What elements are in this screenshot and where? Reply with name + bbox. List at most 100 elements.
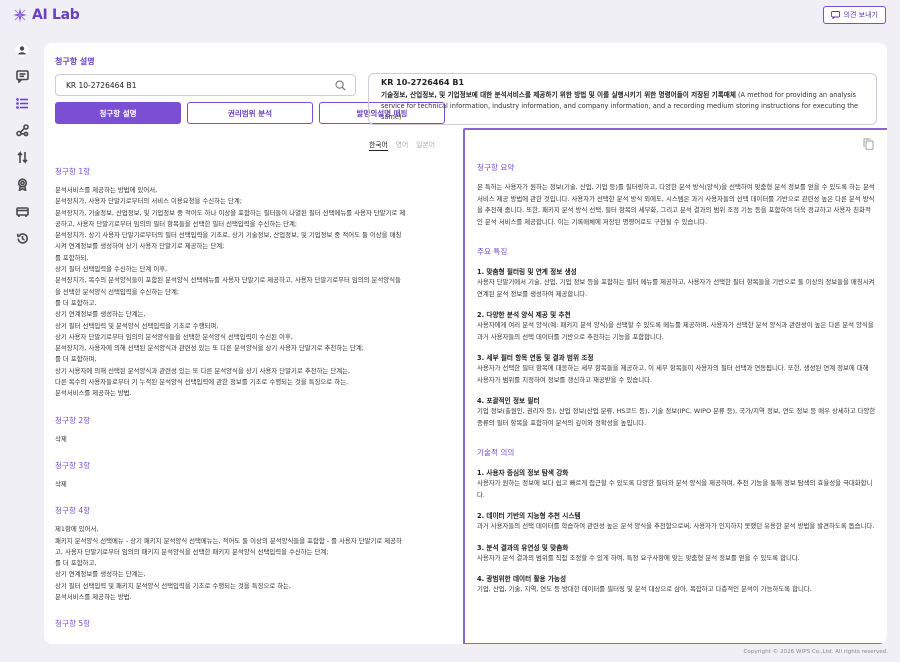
claim-title: 청구항 3항 <box>55 460 91 470</box>
copy-icon[interactable] <box>863 138 874 150</box>
claim-line: 를 더 포함하고, <box>55 559 97 568</box>
message-icon <box>830 11 840 19</box>
claim-line: 상기 연계정보를 생성하는 단계는, <box>55 570 146 579</box>
swap-icon <box>16 151 28 164</box>
claim-title: 청구항 4항 <box>55 506 91 516</box>
claim-line: 상기 연계정보를 생성하는 단계는, <box>55 310 146 319</box>
claim-line: 상기 필터 선택입력 및 분석양식 선택입력을 기초로 수행되며, <box>55 321 219 330</box>
patent-title-ko: 기술정보, 산업정보, 및 기업정보에 대한 분석서비스를 제공하기 위한 방법… <box>381 91 736 99</box>
features-item-title: 1. 맞춤형 필터링 및 연계 정보 생성 <box>477 268 577 276</box>
claim-title: 청구항 1항 <box>55 167 91 176</box>
features-item-title: 3. 세부 필터 항목 연동 및 결과 범위 조정 <box>477 354 594 362</box>
significance-item-title: 4. 광범위한 데이터 활용 가능성 <box>477 575 567 583</box>
network-icon <box>15 124 29 137</box>
sidebar-item-profile[interactable] <box>0 36 44 63</box>
claim-body: 삭제 <box>55 434 450 445</box>
features-item-text: 기업 정보(출원인, 권리자 등), 산업 정보(산업 분류, HS코드 등),… <box>477 407 876 427</box>
sidebar-item-history[interactable] <box>0 225 44 252</box>
claim-line: 를 포함하되, <box>55 253 89 262</box>
significance-list: 1. 사용자 중심의 정보 탐색 강화사용자가 원하는 정보에 보다 쉽고 빠르… <box>477 467 876 596</box>
feedback-label: 의견 보내기 <box>843 11 878 19</box>
claim-line: 분석장치가, 기술정보, 산업정보, 및 기업정보 중 적어도 하나 이상을 포… <box>55 208 406 217</box>
claim-line: 다른 복수의 사용자들로부터 기 누적된 분석양식 선택입력에 관한 정보를 기… <box>55 378 349 387</box>
tab-rights-analysis[interactable]: 권리범위 분석 <box>187 102 313 124</box>
claim-line: 분석장치가, 사용자에 의해 선택된 분석양식과 관련성 있는 또 다른 분석양… <box>55 344 364 353</box>
feedback-button[interactable]: 의견 보내기 <box>822 6 886 24</box>
claim-line: 공하고, 사용자 단말기로부터 임의의 필터 항목들을 선택한 필터 선택입력을… <box>55 219 298 228</box>
claim-line: 를 더 포함하고, <box>55 298 97 307</box>
patent-title: 기술정보, 산업정보, 및 기업정보에 대한 분석서비스를 제공하기 위한 방법… <box>381 90 864 123</box>
significance-item-title: 2. 데이터 기반의 지능형 추천 시스템 <box>477 512 581 520</box>
claim-line: 를 더 포함하며, <box>55 355 97 364</box>
sidebar-item-compare[interactable] <box>0 144 44 171</box>
language-tabs: 한국어 영어 일본어 <box>369 139 435 151</box>
significance-item-text: 사용자가 분석 결과의 범위를 직접 조정할 수 있게 하여, 특정 요구사항에… <box>477 553 800 562</box>
main-card: 청구항 설명 KR 10-2726464 B1 청구항 설명 권리범위 분석 발… <box>44 43 887 644</box>
claim-title: 청구항 2항 <box>55 415 91 425</box>
claim-line: 분석서비스를 제공하는 방법. <box>55 389 132 398</box>
features-item-title: 4. 포괄적인 정보 필터 <box>477 397 540 405</box>
significance-heading: 기술적 의의 <box>477 448 515 457</box>
footer-copyright: Copyright © 2026 WIPS Co.,Ltd. All right… <box>743 649 888 655</box>
sidebar-item-network[interactable] <box>0 117 44 144</box>
claim-line: 삭제 <box>55 479 67 488</box>
claim-summary-panel: 청구항 요약 본 특허는 사용자가 원하는 정보(기술, 산업, 기업 등)를 … <box>463 128 887 644</box>
chat-icon <box>15 70 29 83</box>
claim-body: 분석서비스를 제공하는 방법에 있어서, 분석장치가, 사용자 단말기로부터의 서… <box>55 185 450 400</box>
claim-body: 제1항에 있어서, 패키지 분석양식 선택메뉴 - 상기 패키지 분석양식 선택메… <box>55 524 450 603</box>
claim-line: 고, 사용자 단말기로부터 임의의 패키지 분석양식을 선택한 패키지 분석양식… <box>55 547 329 556</box>
user-icon <box>15 43 29 56</box>
list-icon <box>15 98 28 109</box>
tab-claim-description[interactable]: 청구항 설명 <box>55 102 181 124</box>
sidebar-item-claims[interactable] <box>0 90 44 117</box>
significance-item-title: 1. 사용자 중심의 정보 탐색 강화 <box>477 469 569 477</box>
claim-line: 상기 사용자 단말기로부터 임의의 분석양식들을 선택한 분석양식 선택입력이 … <box>55 332 293 341</box>
claim-line: 분석장치가, 상기 사용자 단말기로부터의 필터 선택입력을 기초로, 상기 기… <box>55 231 402 240</box>
history-icon <box>16 233 28 244</box>
sparkle-logo-icon <box>13 8 27 22</box>
claim-title: 청구항 5항 <box>55 619 91 629</box>
logo[interactable]: AI Lab <box>12 7 80 23</box>
top-bar: AI Lab 의견 보내기 <box>0 0 900 30</box>
claim-line: 상기 필터 선택입력 및 패키지 분석양식 선택입력을 기초로 수행되는 것을 … <box>55 581 292 590</box>
claim-line: 시켜 연계정보를 생성하여 상기 사용자 단말기로 제공하는 단계; <box>55 242 225 251</box>
sidebar-item-cards[interactable] <box>0 198 44 225</box>
features-item-text: 사용자가 선택한 필터 항목에 대응하는 세부 항목들을 제공하고, 이 세부 … <box>477 364 869 384</box>
sidebar <box>0 36 44 252</box>
claim-line: 분석서비스를 제공하는 방법. <box>55 593 132 602</box>
award-icon <box>17 178 27 191</box>
features-item-text: 사용자에게 여러 분석 양식(예: 패키지 분석 양식)을 선택할 수 있도록 … <box>477 321 874 341</box>
search-value: KR 10-2726464 B1 <box>66 80 137 90</box>
tab-korean[interactable]: 한국어 <box>369 139 388 151</box>
search-icon[interactable] <box>335 80 346 91</box>
significance-item-text: 사용자가 원하는 정보에 보다 쉽고 빠르게 접근할 수 있도록 다양한 필터와… <box>477 479 873 499</box>
section-title: 청구항 설명 <box>55 57 95 66</box>
claim-line: 분석서비스를 제공하는 방법에 있어서, <box>55 186 158 194</box>
sidebar-item-chat[interactable] <box>0 63 44 90</box>
claims-panel[interactable]: 청구항 1항분석서비스를 제공하는 방법에 있어서, 분석장치가, 사용자 단말기… <box>55 160 450 644</box>
claim-line: 삭제 <box>55 434 67 443</box>
significance-item-title: 3. 분석 결과의 유연성 및 맞춤화 <box>477 543 569 552</box>
claim-line: 분석장치가, 복수의 분석양식들이 포함된 분석양식 선택메뉴를 사용자 단말기… <box>55 276 401 285</box>
claim-line: 제1항에 있어서, <box>55 525 99 534</box>
features-heading: 주요 특징 <box>477 247 508 256</box>
summary-heading: 청구항 요약 <box>477 163 515 172</box>
claim-line: 패키지 분석양식 선택메뉴 - 상기 패키지 분석양식 선택메뉴는, 적어도 둘… <box>55 536 402 545</box>
claim-line: 상기 필터 선택입력을 수신하는 단계 이후, <box>55 265 168 274</box>
significance-item-text: 과거 사용자들의 선택 데이터를 학습하여 관련성 높은 분석 양식을 추천함으… <box>477 522 875 530</box>
claim-line: 상기 사용자에 의해 선택된 분석양식과 관련성 있는 또 다른 분석양식을 상… <box>55 366 351 375</box>
tab-japanese[interactable]: 일본어 <box>416 139 435 151</box>
patent-info-box: KR 10-2726464 B1 기술정보, 산업정보, 및 기업정보에 대한 … <box>368 73 877 125</box>
significance-item-text: 기업, 산업, 기술, 지역, 연도 등 방대한 데이터를 필터링 및 분석 대… <box>477 585 812 593</box>
claim-body: 삭제 <box>55 479 450 490</box>
features-item-text: 사용자 단말기에서 기술, 산업, 기업 정보 등을 포함하는 필터 메뉴를 제… <box>477 278 875 298</box>
patent-search-input[interactable]: KR 10-2726464 B1 <box>55 74 356 96</box>
patent-number: KR 10-2726464 B1 <box>381 78 465 87</box>
tab-english[interactable]: 영어 <box>396 139 409 151</box>
claim-line: 분석장치가, 사용자 단말기로부터의 서비스 이용요청을 수신하는 단계; <box>55 197 242 206</box>
features-list: 1. 맞춤형 필터링 및 연계 정보 생성사용자 단말기에서 기술, 산업, 기… <box>477 266 876 429</box>
features-item-title: 2. 다양한 분석 양식 제공 및 추천 <box>477 311 571 319</box>
summary-text: 본 특허는 사용자가 원하는 정보(기술, 산업, 기업 등)를 필터링하고, … <box>477 183 875 226</box>
sidebar-item-award[interactable] <box>0 171 44 198</box>
claim-line: 을 선택한 분석양식 선택입력을 수신하는 단계; <box>55 287 180 296</box>
